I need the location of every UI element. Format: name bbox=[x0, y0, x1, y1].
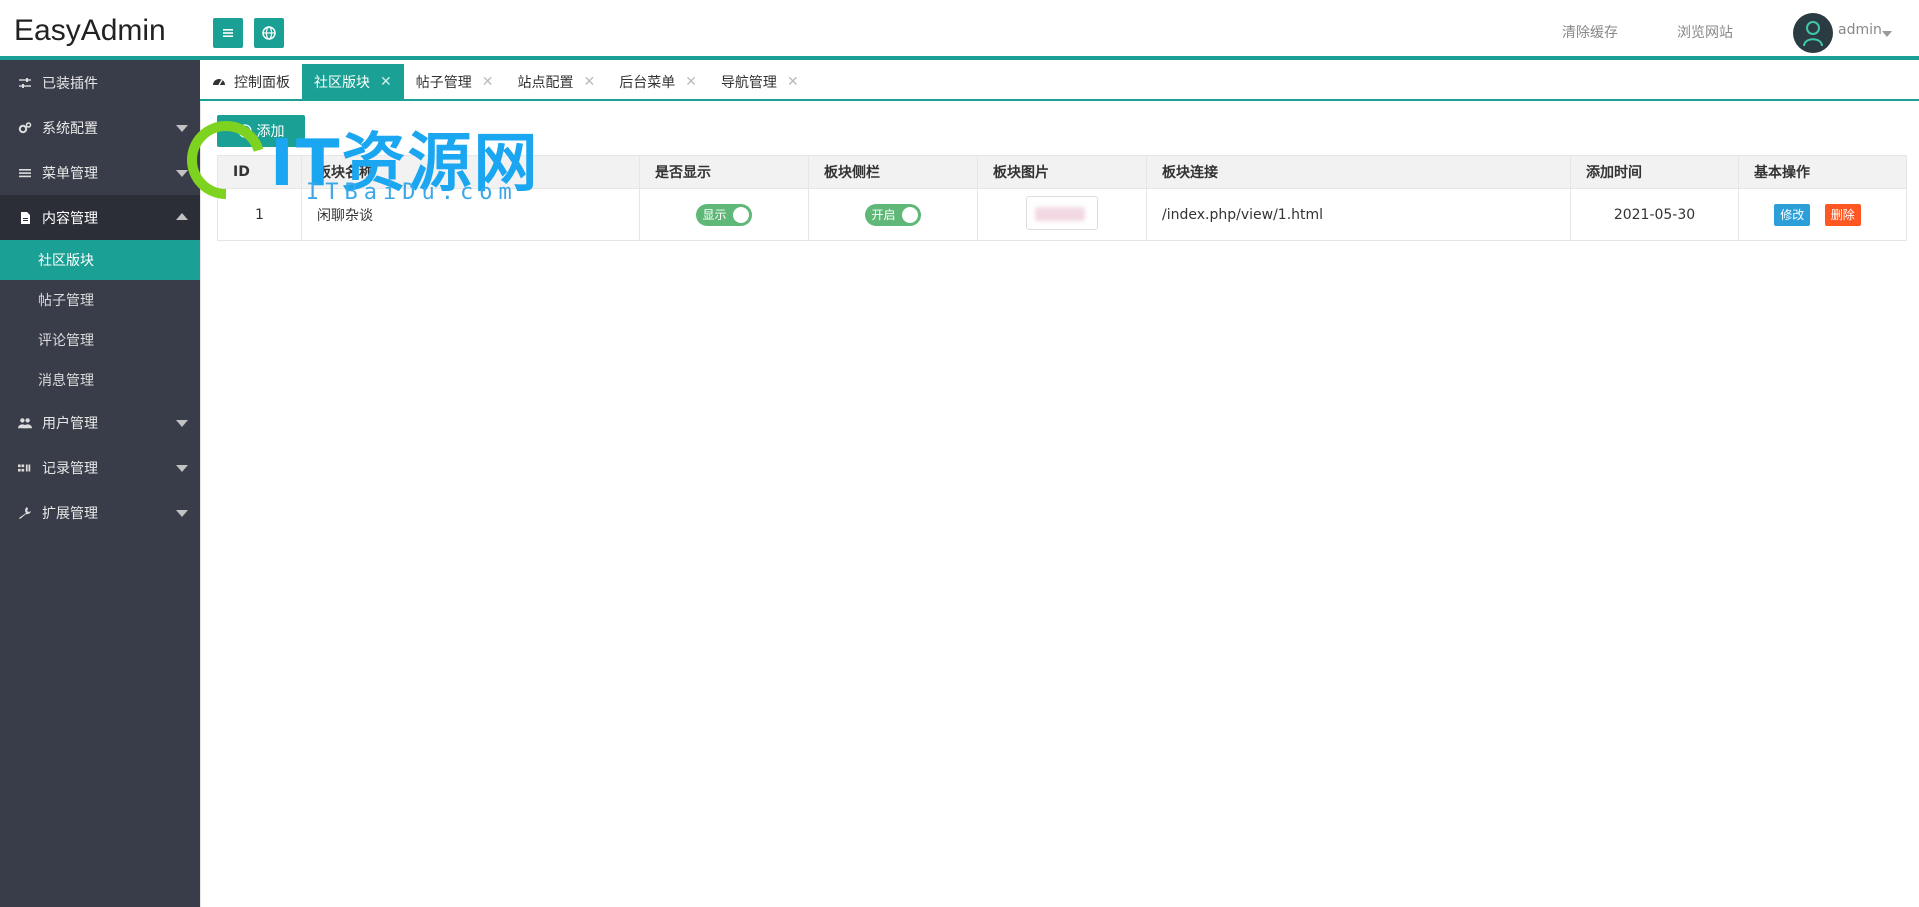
tab-label: 后台菜单 bbox=[619, 74, 676, 91]
sidebar-subitem-posts[interactable]: 帖子管理 bbox=[0, 280, 200, 320]
add-button[interactable]: 添加 bbox=[217, 115, 305, 147]
tab-label: 社区版块 bbox=[314, 74, 370, 91]
cell-link: /index.php/view/1.html bbox=[1146, 188, 1571, 241]
chevron-down-icon bbox=[176, 170, 188, 177]
cell-name: 闲聊杂谈 bbox=[301, 188, 640, 241]
chevron-down-icon bbox=[176, 125, 188, 132]
sidebar: 已装插件 系统配置 菜单管理 内容管理 社区版块 帖子管理 评论管理 消息管理 … bbox=[0, 60, 200, 907]
dashboard-icon bbox=[212, 75, 226, 89]
sidebar-item-label: 内容管理 bbox=[42, 210, 98, 227]
menu-toggle-button[interactable] bbox=[213, 18, 243, 48]
tab-community-board[interactable]: 社区版块 ✕ bbox=[302, 64, 404, 99]
globe-button[interactable] bbox=[254, 18, 284, 48]
cell-image bbox=[977, 188, 1147, 241]
toggle-label: 开启 bbox=[871, 208, 896, 222]
toggle-knob bbox=[901, 206, 918, 223]
close-icon[interactable]: ✕ bbox=[787, 74, 799, 90]
toggle-label: 显示 bbox=[702, 208, 727, 222]
bars-icon bbox=[223, 29, 233, 37]
chevron-up-icon bbox=[176, 213, 188, 220]
tab-label: 控制面板 bbox=[234, 74, 290, 91]
sidebar-item-users[interactable]: 用户管理 bbox=[0, 400, 200, 445]
close-icon[interactable]: ✕ bbox=[583, 74, 595, 90]
plus-circle-icon bbox=[237, 124, 252, 138]
chevron-down-icon[interactable] bbox=[1882, 31, 1892, 37]
chevron-down-icon bbox=[176, 420, 188, 427]
tab-label: 站点配置 bbox=[517, 74, 574, 91]
tab-site-config[interactable]: 站点配置 ✕ bbox=[505, 64, 607, 99]
edit-button[interactable]: 修改 bbox=[1774, 203, 1811, 226]
sidebar-item-label: 记录管理 bbox=[42, 460, 98, 477]
grid-icon bbox=[18, 461, 32, 475]
sidebar-item-plugins[interactable]: 已装插件 bbox=[0, 60, 200, 105]
sidebar-item-label: 菜单管理 bbox=[42, 165, 98, 182]
table-row: 1 闲聊杂谈 显示 开启 /index.php/view/1.html 2021… bbox=[217, 188, 1907, 241]
board-table: ID 板块名称 是否显示 板块侧栏 板块图片 板块连接 添加时间 基本操作 1 … bbox=[217, 155, 1907, 241]
col-header-show[interactable]: 是否显示 bbox=[639, 155, 809, 189]
col-header-sidebar[interactable]: 板块侧栏 bbox=[808, 155, 978, 189]
top-header: EasyAdmin 清除缓存 浏览网站 admin bbox=[0, 0, 1919, 60]
sidebar-item-label: 已装插件 bbox=[42, 75, 98, 92]
tab-navigation[interactable]: 导航管理 ✕ bbox=[709, 64, 811, 99]
sidebar-item-label: 用户管理 bbox=[42, 415, 98, 432]
sidebar-toggle[interactable]: 开启 bbox=[865, 203, 921, 226]
board-thumbnail[interactable] bbox=[1026, 195, 1098, 230]
col-header-actions: 基本操作 bbox=[1738, 155, 1907, 189]
avatar[interactable] bbox=[1793, 13, 1833, 53]
globe-icon bbox=[262, 26, 276, 40]
sidebar-item-records[interactable]: 记录管理 bbox=[0, 445, 200, 490]
browse-site-link[interactable]: 浏览网站 bbox=[1677, 22, 1733, 42]
tab-label: 帖子管理 bbox=[415, 74, 472, 91]
clear-cache-link[interactable]: 清除缓存 bbox=[1562, 22, 1618, 42]
username-label[interactable]: admin bbox=[1838, 22, 1882, 38]
cell-actions: 修改 删除 bbox=[1738, 188, 1907, 241]
tab-dashboard[interactable]: 控制面板 bbox=[200, 64, 302, 99]
file-icon bbox=[18, 211, 32, 225]
close-icon[interactable]: ✕ bbox=[685, 74, 697, 90]
col-header-name[interactable]: 板块名称 bbox=[301, 155, 640, 189]
delete-button[interactable]: 删除 bbox=[1824, 203, 1861, 226]
show-toggle[interactable]: 显示 bbox=[696, 203, 752, 226]
sidebar-item-extensions[interactable]: 扩展管理 bbox=[0, 490, 200, 535]
app-logo[interactable]: EasyAdmin bbox=[14, 14, 166, 48]
tab-posts[interactable]: 帖子管理 ✕ bbox=[404, 64, 506, 99]
chevron-down-icon bbox=[176, 465, 188, 472]
sidebar-subitem-community-board[interactable]: 社区版块 bbox=[0, 240, 200, 280]
sliders-icon bbox=[18, 76, 32, 90]
cell-sidebar: 开启 bbox=[808, 188, 978, 241]
user-avatar-icon bbox=[1803, 21, 1823, 47]
close-icon[interactable]: ✕ bbox=[482, 74, 494, 90]
table-header-row: ID 板块名称 是否显示 板块侧栏 板块图片 板块连接 添加时间 基本操作 bbox=[217, 155, 1907, 189]
sidebar-item-system-config[interactable]: 系统配置 bbox=[0, 105, 200, 150]
tab-admin-menu[interactable]: 后台菜单 ✕ bbox=[607, 64, 709, 99]
sidebar-item-label: 系统配置 bbox=[42, 120, 98, 137]
wrench-icon bbox=[18, 506, 32, 520]
add-button-label: 添加 bbox=[256, 124, 285, 140]
chevron-down-icon bbox=[176, 510, 188, 517]
cogs-icon bbox=[18, 121, 32, 135]
cell-id: 1 bbox=[217, 188, 302, 241]
cell-date: 2021-05-30 bbox=[1570, 188, 1739, 241]
col-header-image[interactable]: 板块图片 bbox=[977, 155, 1147, 189]
tab-bar: 控制面板 社区版块 ✕ 帖子管理 ✕ 站点配置 ✕ 后台菜单 ✕ 导航管理 ✕ bbox=[200, 64, 1919, 101]
toggle-knob bbox=[732, 206, 749, 223]
bars-icon bbox=[18, 166, 32, 180]
users-icon bbox=[18, 416, 32, 430]
main-content: 添加 ID 板块名称 是否显示 板块侧栏 板块图片 板块连接 添加时间 基本操作… bbox=[200, 101, 1919, 907]
col-header-link[interactable]: 板块连接 bbox=[1146, 155, 1571, 189]
sidebar-item-content-manage[interactable]: 内容管理 bbox=[0, 195, 200, 240]
cell-show: 显示 bbox=[639, 188, 809, 241]
close-icon[interactable]: ✕ bbox=[380, 74, 392, 90]
tab-label: 导航管理 bbox=[720, 74, 777, 91]
sidebar-item-menu-manage[interactable]: 菜单管理 bbox=[0, 150, 200, 195]
sidebar-item-label: 扩展管理 bbox=[42, 505, 98, 522]
col-header-date[interactable]: 添加时间 bbox=[1570, 155, 1739, 189]
sidebar-subitem-comments[interactable]: 评论管理 bbox=[0, 320, 200, 360]
col-header-id[interactable]: ID bbox=[217, 155, 302, 189]
sidebar-subitem-messages[interactable]: 消息管理 bbox=[0, 360, 200, 400]
